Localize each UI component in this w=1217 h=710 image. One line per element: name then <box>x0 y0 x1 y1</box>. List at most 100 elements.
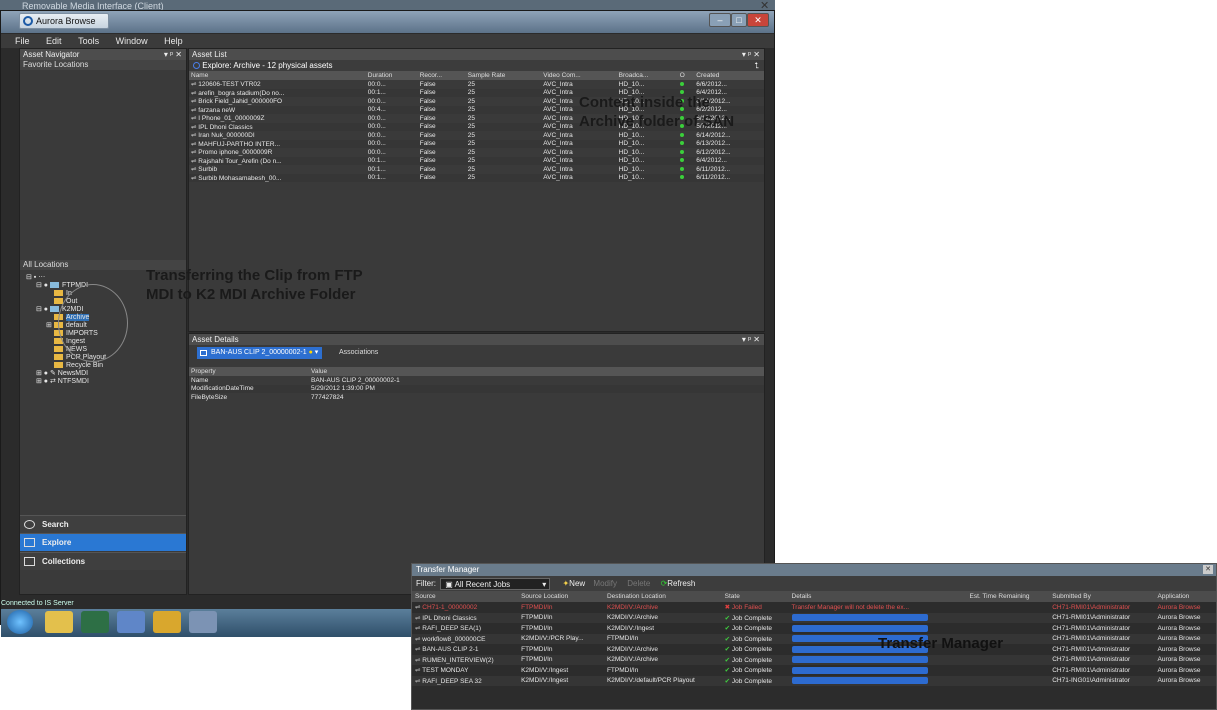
table-row[interactable]: ⇌ Surbib 00:1... False 25 AVC_Intra HD_10... 6… <box>189 165 764 174</box>
menu-edit[interactable]: Edit <box>46 36 62 46</box>
job-row[interactable]: ⇌ TEST MONDAY K2MDI/V:/Ingest FTPMDI/In ✔ J… <box>412 665 1216 676</box>
job-column-header[interactable]: State <box>721 591 789 602</box>
asset-cell: AVC_Intra <box>541 139 617 148</box>
minimize-button[interactable]: – <box>709 13 731 27</box>
new-button[interactable]: New <box>569 579 585 588</box>
table-row[interactable]: ⇌ Rajshahi Tour_Arefin (Do n... 00:1... Fa… <box>189 156 764 165</box>
asset-column-header[interactable]: Recor... <box>417 71 466 80</box>
explore-button[interactable]: Explore <box>20 533 186 551</box>
job-row[interactable]: ⇌ CH71-1_00000002 FTPMDI/In K2MDI/V:/Archi… <box>412 602 1216 613</box>
check-icon: ✔ <box>724 646 732 654</box>
asset-column-header[interactable]: Broadca... <box>616 71 678 80</box>
property-column-header: Property <box>189 367 309 376</box>
check-icon: ✔ <box>724 677 732 685</box>
transfer-jobs-table: Source Source Location Destination Locatio… <box>412 591 1216 686</box>
details-tabbar: BAN-AUS CLIP 2_00000002-1 ● ▾ Associatio… <box>189 345 764 361</box>
job-column-header[interactable]: Source Location <box>518 591 604 602</box>
job-submitted-by: CH71-ING01\Administrator <box>1049 675 1155 686</box>
property-value: 5/29/2012 1:39:00 PM <box>309 384 764 393</box>
asset-cell: AVC_Intra <box>543 148 573 156</box>
asset-column-header[interactable]: Name <box>189 71 366 80</box>
tree-item-recycle-bin[interactable]: Recycle Bin <box>26 362 176 370</box>
table-row[interactable]: ⇌ 120606-TEST VTR02 00:0... False 25 AVC_Int… <box>189 80 764 89</box>
filter-select[interactable]: ▣ All Recent Jobs ▾ <box>440 577 551 590</box>
annotation-transferring: Transferring the Clip from FTP MDI to K2… <box>146 267 363 303</box>
online-dot-icon <box>679 132 684 137</box>
job-application: Aurora Browse <box>1154 633 1216 644</box>
modify-button[interactable]: Modify <box>593 579 617 588</box>
asset-created-cell: 6/11/2012... <box>696 165 731 173</box>
up-arrow-icon[interactable]: ⮤ <box>754 60 759 71</box>
asset-column-header[interactable]: O <box>677 71 695 80</box>
job-row[interactable]: ⇌ BAN-AUS CLIP 2-1 FTPMDI/In K2MDI/V:/Arch… <box>412 644 1216 655</box>
asset-cell: AVC_Intra <box>543 165 573 173</box>
close-button[interactable]: ✕ <box>747 13 769 27</box>
job-row[interactable]: ⇌ RAFI_DEEP SEA 32 K2MDI/V:/Ingest K2MDI/V… <box>412 675 1216 686</box>
pane-controls-icon[interactable]: ▾ ᵖ ✕ <box>742 334 760 345</box>
selected-asset-tab[interactable]: BAN-AUS CLIP 2_00000002-1 ● ▾ <box>197 347 323 359</box>
asset-cell: 00:0... <box>367 131 386 139</box>
table-row[interactable]: ⇌ Surbib Mohasamabesh_00... 00:1... False 2… <box>189 173 764 182</box>
check-icon: ✔ <box>724 625 732 633</box>
asset-created-cell: 6/11/2012... <box>694 173 764 182</box>
close-icon[interactable]: ✕ <box>1203 565 1213 574</box>
clip-icon: ⇌ <box>415 667 423 675</box>
job-row[interactable]: ⇌ RAFI_DEEP SEA(1) FTPMDI/In K2MDI/V:/Inge… <box>412 623 1216 634</box>
job-column-header[interactable]: Application <box>1154 591 1216 602</box>
pane-controls-icon[interactable]: ▾ ᵖ ✕ <box>164 49 182 60</box>
table-row[interactable]: ⇌ Promo iphone_0000009R 00:0... False 25 AVC… <box>189 148 764 157</box>
clip-icon: ⇌ <box>415 614 423 622</box>
tool-taskbar-icon[interactable] <box>189 611 217 633</box>
job-column-header[interactable]: Destination Location <box>603 591 722 602</box>
asset-navigator-header: Asset Navigator ▾ ᵖ ✕ <box>20 49 186 60</box>
job-row[interactable]: ⇌ RUMEN_INTERVIEW(2) FTPMDI/In K2MDI/V:/Ar… <box>412 654 1216 665</box>
asset-cell: 00:1... <box>365 88 418 97</box>
associations-tab[interactable]: Associations <box>339 347 378 359</box>
explorer-taskbar-icon[interactable] <box>45 611 73 633</box>
search-button[interactable]: Search <box>20 515 186 533</box>
tree-item-newsmdi[interactable]: ⊞ ● ✎ NewsMDI <box>26 370 176 378</box>
progress-bar <box>791 656 928 664</box>
asset-cell: HD_10... <box>618 80 645 88</box>
asset-column-header[interactable]: Video Com... <box>541 71 617 80</box>
asset-column-header[interactable]: Sample Rate <box>465 71 542 80</box>
status-dot-icon: ● <box>308 349 313 356</box>
app-taskbar-icon[interactable] <box>81 611 109 633</box>
menu-help[interactable]: Help <box>164 36 183 46</box>
table-row[interactable]: ⇌ Iran Nuk_000000DI 00:0... False 25 AVC_Int… <box>189 131 764 140</box>
start-button[interactable] <box>7 610 33 634</box>
job-column-header[interactable]: Details <box>788 591 967 602</box>
clip-icon: ⇌ <box>415 646 423 654</box>
online-dot-icon <box>679 175 684 180</box>
maximize-button[interactable]: □ <box>731 13 747 27</box>
job-column-header[interactable]: Est. Time Remaining <box>966 591 1050 602</box>
property-name: ModificationDateTime <box>189 384 309 393</box>
refresh-button[interactable]: Refresh <box>667 579 695 588</box>
check-icon: ✔ <box>724 656 732 664</box>
clip-icon: ⇌ <box>415 635 423 643</box>
asset-cell: AVC_Intra <box>543 80 573 88</box>
menu-file[interactable]: File <box>15 36 30 46</box>
collections-button[interactable]: Collections <box>20 552 186 570</box>
app-taskbar-icon-2[interactable] <box>117 611 145 633</box>
filter-label: Filter: <box>416 579 436 588</box>
job-application: Aurora Browse <box>1157 624 1201 632</box>
property-value: BAN-AUS CLIP 2_00000002-1 <box>311 376 400 384</box>
delete-button[interactable]: Delete <box>627 579 650 588</box>
asset-column-header[interactable]: Created <box>694 71 764 80</box>
app-tab[interactable]: Aurora Browse <box>19 13 109 29</box>
job-details <box>789 623 967 634</box>
tree-item-ntfsmdi[interactable]: ⊞ ● ⇄ NTFSMDI <box>26 378 176 386</box>
job-row[interactable]: ⇌ workflow8_000000CE K2MDI/V:/PCR Play...… <box>412 633 1216 644</box>
asset-name-cell: ⇌ Promo iphone_0000009R <box>191 149 273 157</box>
online-status-cell <box>678 148 694 157</box>
job-column-header[interactable]: Submitted By <box>1049 591 1155 602</box>
job-row[interactable]: ⇌ IPL Dhoni Classics FTPMDI/In K2MDI/V:/Ar… <box>412 612 1216 623</box>
table-row[interactable]: ⇌ MAHFUJ-PARTHO INTER... 00:0... False 25 AV… <box>189 139 764 148</box>
pane-controls-icon[interactable]: ▾ ᵖ ✕ <box>742 49 760 60</box>
menu-window[interactable]: Window <box>116 36 148 46</box>
asset-column-header[interactable]: Duration <box>365 71 418 80</box>
job-column-header[interactable]: Source <box>412 591 519 602</box>
aurora-taskbar-icon[interactable] <box>153 611 181 633</box>
menu-tools[interactable]: Tools <box>78 36 99 46</box>
